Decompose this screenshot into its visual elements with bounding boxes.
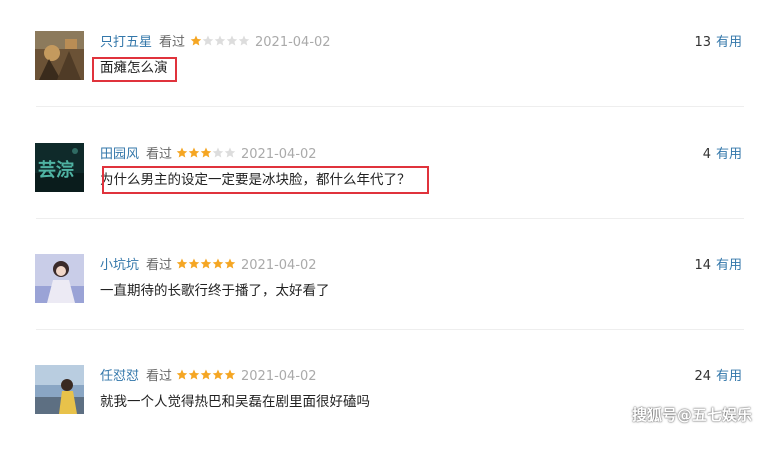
useful-button[interactable]: 有用 (716, 35, 742, 50)
star-filled-icon (200, 258, 212, 269)
user-avatar[interactable]: 芸淙 (35, 143, 84, 192)
review-comment: 就我一个人觉得热巴和吴磊在剧里面很好磕吗 (100, 394, 370, 410)
vote-count: 14 (694, 258, 711, 273)
star-empty-icon (238, 35, 250, 46)
watched-status: 看过 (146, 147, 173, 162)
star-empty-icon (202, 35, 214, 46)
rating-stars (176, 369, 236, 382)
user-avatar[interactable] (35, 365, 84, 414)
star-empty-icon (224, 147, 236, 158)
useful-button[interactable]: 有用 (716, 258, 742, 273)
star-filled-icon (212, 369, 224, 380)
vote-area: 13 有用 (694, 34, 742, 51)
star-filled-icon (224, 369, 236, 380)
review-date: 2021-04-02 (241, 258, 317, 273)
divider (36, 329, 744, 330)
user-avatar[interactable] (35, 254, 84, 303)
review-date: 2021-04-02 (241, 147, 317, 162)
star-filled-icon (224, 258, 236, 269)
vote-count: 4 (702, 147, 711, 162)
divider (36, 218, 744, 219)
vote-count: 13 (694, 35, 711, 50)
star-filled-icon (212, 258, 224, 269)
star-filled-icon (188, 258, 200, 269)
svg-text:芸淙: 芸淙 (38, 159, 74, 181)
username-link[interactable]: 只打五星 (100, 34, 152, 51)
user-avatar[interactable] (35, 31, 84, 80)
watched-status: 看过 (159, 35, 186, 50)
rating-stars (176, 258, 236, 271)
rating-stars (190, 35, 250, 48)
review-item: 小坑坑 看过 2021-04-02 14 有用 一直期待的长歌行终于播了，太好看了 (0, 253, 766, 353)
review-date: 2021-04-02 (241, 369, 317, 384)
username-link[interactable]: 任怼怼 (100, 368, 139, 385)
highlight-box (92, 57, 177, 82)
watermark: 搜狐号@五七娱乐 (631, 406, 752, 424)
star-filled-icon (188, 369, 200, 380)
star-filled-icon (176, 258, 188, 269)
rating-stars (176, 147, 236, 160)
star-empty-icon (226, 35, 238, 46)
watched-status: 看过 (146, 369, 173, 384)
star-filled-icon (200, 369, 212, 380)
useful-button[interactable]: 有用 (716, 147, 742, 162)
vote-count: 24 (694, 369, 711, 384)
star-filled-icon (188, 147, 200, 158)
review-item: 芸淙 田园风 看过 2021-04-02 4 有用 为什么男主的设定一定要是冰块脸… (0, 142, 766, 242)
review-comment: 一直期待的长歌行终于播了，太好看了 (100, 283, 330, 299)
review-list: 只打五星 看过 2021-04-02 13 有用 面瘫怎么演 芸淙 田园风 看过 … (0, 0, 766, 435)
divider (36, 106, 744, 107)
vote-area: 14 有用 (694, 257, 742, 274)
watched-status: 看过 (146, 258, 173, 273)
review-date: 2021-04-02 (255, 35, 331, 50)
vote-area: 24 有用 (694, 368, 742, 385)
review-item: 只打五星 看过 2021-04-02 13 有用 面瘫怎么演 (0, 30, 766, 130)
star-filled-icon (190, 35, 202, 46)
vote-area: 4 有用 (703, 146, 742, 163)
useful-button[interactable]: 有用 (716, 369, 742, 384)
star-filled-icon (200, 147, 212, 158)
username-link[interactable]: 田园风 (100, 146, 139, 163)
username-link[interactable]: 小坑坑 (100, 257, 139, 274)
star-empty-icon (214, 35, 226, 46)
star-empty-icon (212, 147, 224, 158)
star-filled-icon (176, 369, 188, 380)
highlight-box (102, 166, 429, 194)
star-filled-icon (176, 147, 188, 158)
